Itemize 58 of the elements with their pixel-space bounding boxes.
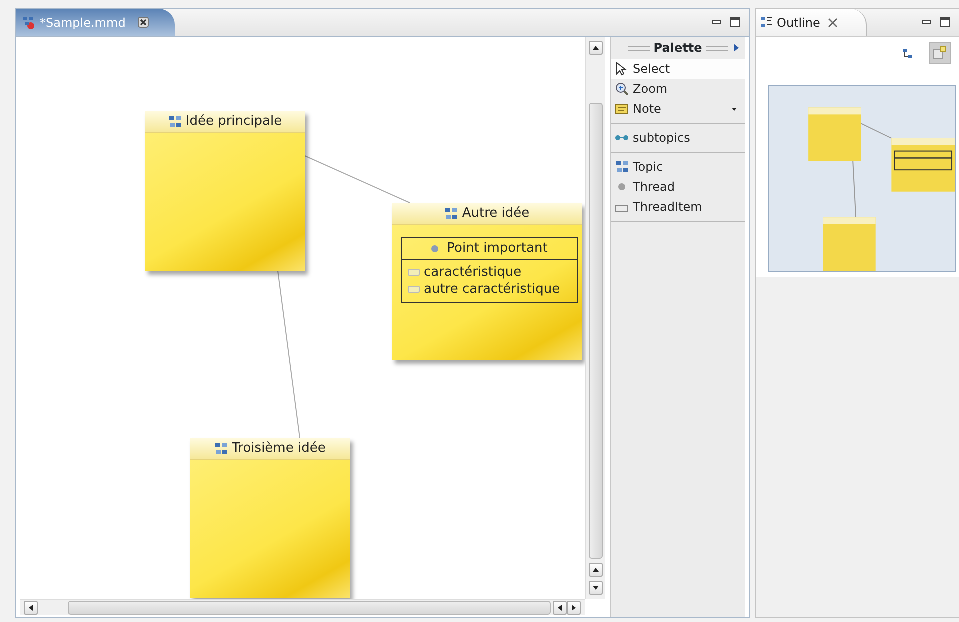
dot-icon	[431, 244, 440, 252]
palette-item[interactable]: Topic	[611, 157, 745, 177]
scroll-left-button[interactable]	[24, 600, 38, 614]
minimize-icon[interactable]	[712, 18, 722, 28]
outline-tab[interactable]: Outline	[756, 9, 868, 36]
maximize-icon[interactable]	[940, 17, 951, 28]
topic-icon	[444, 207, 458, 220]
note-title: Troisième idée	[232, 440, 326, 458]
close-icon[interactable]	[828, 18, 838, 28]
horizontal-scrollbar[interactable]	[20, 599, 585, 615]
right-arrow-icon	[572, 604, 576, 610]
item-icon	[408, 286, 420, 293]
pointer-icon	[615, 62, 629, 76]
topic-icon	[214, 442, 228, 455]
down-arrow-icon	[592, 586, 598, 590]
left-arrow-icon	[558, 604, 562, 610]
note[interactable]: Troisième idée	[190, 438, 350, 598]
minimize-icon[interactable]	[922, 18, 932, 28]
note-title: Autre idée	[462, 204, 530, 223]
zoom-icon	[615, 82, 629, 96]
note-icon	[615, 102, 629, 116]
thread-title: Point important	[447, 240, 548, 258]
tree-view-icon[interactable]	[902, 48, 913, 58]
vertical-scrollbar[interactable]	[585, 37, 605, 599]
note[interactable]: Autre idée Point important caractéristique autre caractéristique	[392, 203, 582, 360]
palette-item[interactable]: subtopics	[611, 128, 745, 148]
scroll-up-button[interactable]	[588, 563, 602, 577]
scroll-down-button[interactable]	[588, 581, 602, 595]
thread-box[interactable]: Point important caractéristique autre caractéristique	[401, 237, 578, 303]
thread-item: caractéristique	[424, 264, 522, 281]
note[interactable]: Idée principale	[145, 111, 305, 271]
scroll-thumb[interactable]	[68, 600, 551, 614]
palette-item[interactable]: Thread	[611, 177, 745, 197]
close-icon[interactable]	[138, 17, 149, 28]
scroll-right-button[interactable]	[567, 600, 581, 614]
palette-item[interactable]: Select	[611, 59, 745, 79]
caret-icon[interactable]	[732, 108, 737, 110]
topic-icon	[615, 160, 629, 174]
scroll-up-button[interactable]	[588, 41, 602, 55]
maximize-icon[interactable]	[730, 17, 741, 28]
thread-item: autre caractéristique	[424, 281, 560, 298]
overview-toggle-button[interactable]	[929, 42, 951, 64]
left-arrow-icon	[29, 604, 33, 610]
palette-title: Palette	[654, 40, 702, 57]
diagram-file-icon	[22, 16, 36, 30]
topic-icon	[168, 115, 182, 128]
overview-icon	[933, 46, 947, 60]
scroll-thumb[interactable]	[588, 103, 602, 559]
collapse-arrow-icon[interactable]	[734, 44, 739, 52]
item-icon	[408, 269, 420, 276]
scroll-left-button[interactable]	[553, 600, 567, 614]
outline-icon	[760, 16, 773, 29]
palette-item[interactable]: ThreadItem	[611, 197, 745, 217]
note-title: Idée principale	[186, 112, 282, 131]
palette-item[interactable]: Zoom	[611, 79, 745, 99]
palette-item[interactable]: Note	[611, 99, 745, 119]
up-arrow-icon	[592, 568, 598, 572]
up-arrow-icon	[592, 46, 598, 50]
